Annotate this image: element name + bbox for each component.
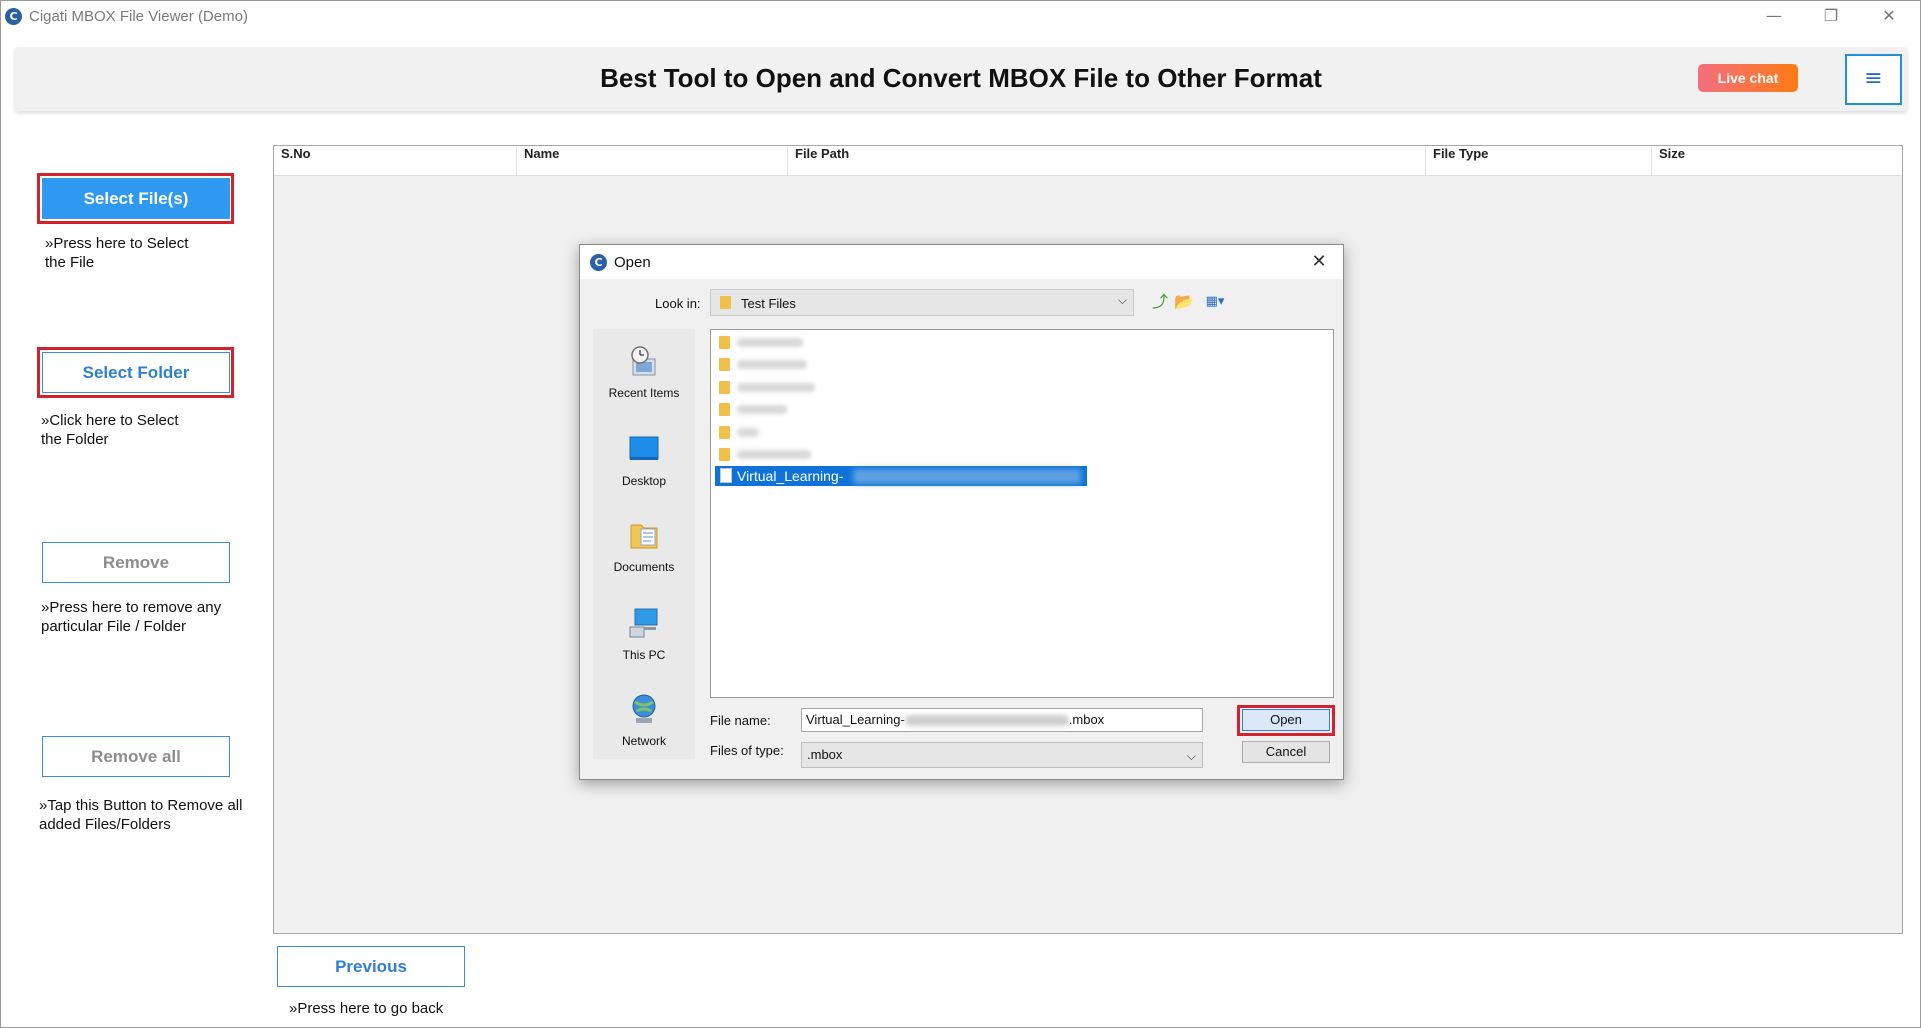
remove-button[interactable]: Remove [42, 542, 230, 583]
selected-file-row[interactable]: Virtual_Learning- [715, 466, 1087, 486]
hamburger-menu-button[interactable]: ≡ [1845, 54, 1902, 105]
new-folder-icon[interactable]: 📂 [1174, 292, 1194, 312]
title-bar: C Cigati MBOX File Viewer (Demo) — ❐ ✕ [1, 1, 1920, 33]
places-bar: Recent Items Desktop Documents This PC N… [593, 329, 695, 759]
remove-all-hint: »Tap this Button to Remove all added Fil… [39, 797, 243, 833]
up-one-level-icon[interactable]: ⤴ [1150, 292, 1170, 312]
view-menu-icon[interactable]: ▦▾ [1200, 292, 1230, 312]
folder-icon [719, 448, 730, 461]
redacted-name [737, 360, 807, 369]
redacted-name [737, 428, 759, 437]
redacted-name [904, 715, 1069, 727]
column-header-size[interactable]: Size [1652, 146, 1902, 176]
remove-hint: »Press here to remove any particular Fil… [41, 599, 222, 635]
redacted-name [737, 405, 787, 414]
select-files-hint: »Press here to Select the File [45, 235, 189, 271]
look-in-dropdown[interactable]: Test Files ⌵ [710, 289, 1134, 316]
network-icon [632, 694, 656, 723]
page-title: Best Tool to Open and Convert MBOX File … [600, 63, 1322, 93]
dialog-title-bar: C Open ✕ [580, 245, 1343, 279]
place-this-pc[interactable]: This PC [593, 607, 695, 662]
previous-hint: »Press here to go back [289, 1000, 444, 1017]
open-file-dialog: C Open ✕ Look in: Test Files ⌵ ⤴ 📂 ▦▾ Re… [579, 244, 1344, 780]
folder-icon [719, 426, 730, 439]
file-name-input[interactable]: Virtual_Learning- .mbox [801, 708, 1203, 732]
list-item[interactable] [715, 422, 1075, 442]
live-chat-button[interactable]: Live chat [1698, 64, 1798, 92]
files-of-type-label: Files of type: [710, 743, 784, 758]
look-in-value: Test Files [741, 296, 796, 311]
column-header-file-path[interactable]: File Path [788, 146, 1426, 176]
header-bar: Best Tool to Open and Convert MBOX File … [15, 47, 1907, 111]
dialog-title: Open [614, 254, 651, 271]
place-documents[interactable]: Documents [593, 519, 695, 574]
folder-icon [719, 358, 730, 371]
select-folder-hint: »Click here to Select the Folder [41, 412, 179, 448]
documents-icon [630, 524, 658, 549]
redacted-name [737, 450, 811, 459]
file-list[interactable]: Virtual_Learning- [710, 329, 1334, 698]
select-folder-button[interactable]: Select Folder [42, 352, 230, 393]
cancel-button[interactable]: Cancel [1242, 741, 1330, 763]
look-in-label: Look in: [655, 296, 701, 311]
list-item[interactable] [715, 399, 1075, 419]
open-button[interactable]: Open [1242, 709, 1330, 731]
close-window-button[interactable]: ✕ [1861, 1, 1917, 33]
previous-button[interactable]: Previous [277, 946, 465, 987]
selected-file-name: Virtual_Learning- [737, 468, 844, 484]
redacted-name [737, 383, 815, 392]
desktop-icon [629, 436, 659, 460]
folder-icon [719, 381, 730, 394]
folder-icon [719, 336, 730, 349]
chevron-down-icon: ⌵ [1186, 749, 1196, 763]
redacted-name [853, 469, 1081, 484]
list-item[interactable] [715, 354, 1075, 374]
list-item[interactable] [715, 332, 1075, 352]
remove-all-button[interactable]: Remove all [42, 736, 230, 777]
file-icon [720, 468, 732, 483]
hamburger-icon: ≡ [1864, 66, 1883, 91]
list-item[interactable] [715, 444, 1075, 464]
app-window: C Cigati MBOX File Viewer (Demo) — ❐ ✕ B… [0, 0, 1921, 1028]
folder-icon [720, 296, 731, 309]
dialog-close-button[interactable]: ✕ [1302, 249, 1336, 275]
dialog-app-icon: C [590, 254, 607, 271]
app-logo-icon: C [5, 8, 22, 25]
list-item[interactable] [715, 377, 1075, 397]
select-files-button[interactable]: Select File(s) [42, 178, 230, 219]
recent-items-icon [631, 346, 656, 376]
files-of-type-dropdown[interactable]: .mbox ⌵ [801, 742, 1203, 768]
place-network[interactable]: Network [593, 693, 695, 748]
folder-icon [719, 403, 730, 416]
window-title: Cigati MBOX File Viewer (Demo) [29, 8, 248, 25]
chevron-down-icon: ⌵ [1117, 293, 1127, 307]
table-header: S.No Name File Path File Type Size [274, 146, 1902, 176]
restore-button[interactable]: ❐ [1803, 1, 1859, 33]
place-desktop[interactable]: Desktop [593, 433, 695, 488]
column-header-file-type[interactable]: File Type [1426, 146, 1652, 176]
file-name-label: File name: [710, 713, 771, 728]
column-header-sno[interactable]: S.No [274, 146, 517, 176]
column-header-name[interactable]: Name [517, 146, 788, 176]
redacted-name [737, 338, 803, 347]
computer-icon [629, 608, 658, 638]
place-recent-items[interactable]: Recent Items [593, 345, 695, 400]
minimize-button[interactable]: — [1746, 1, 1802, 33]
